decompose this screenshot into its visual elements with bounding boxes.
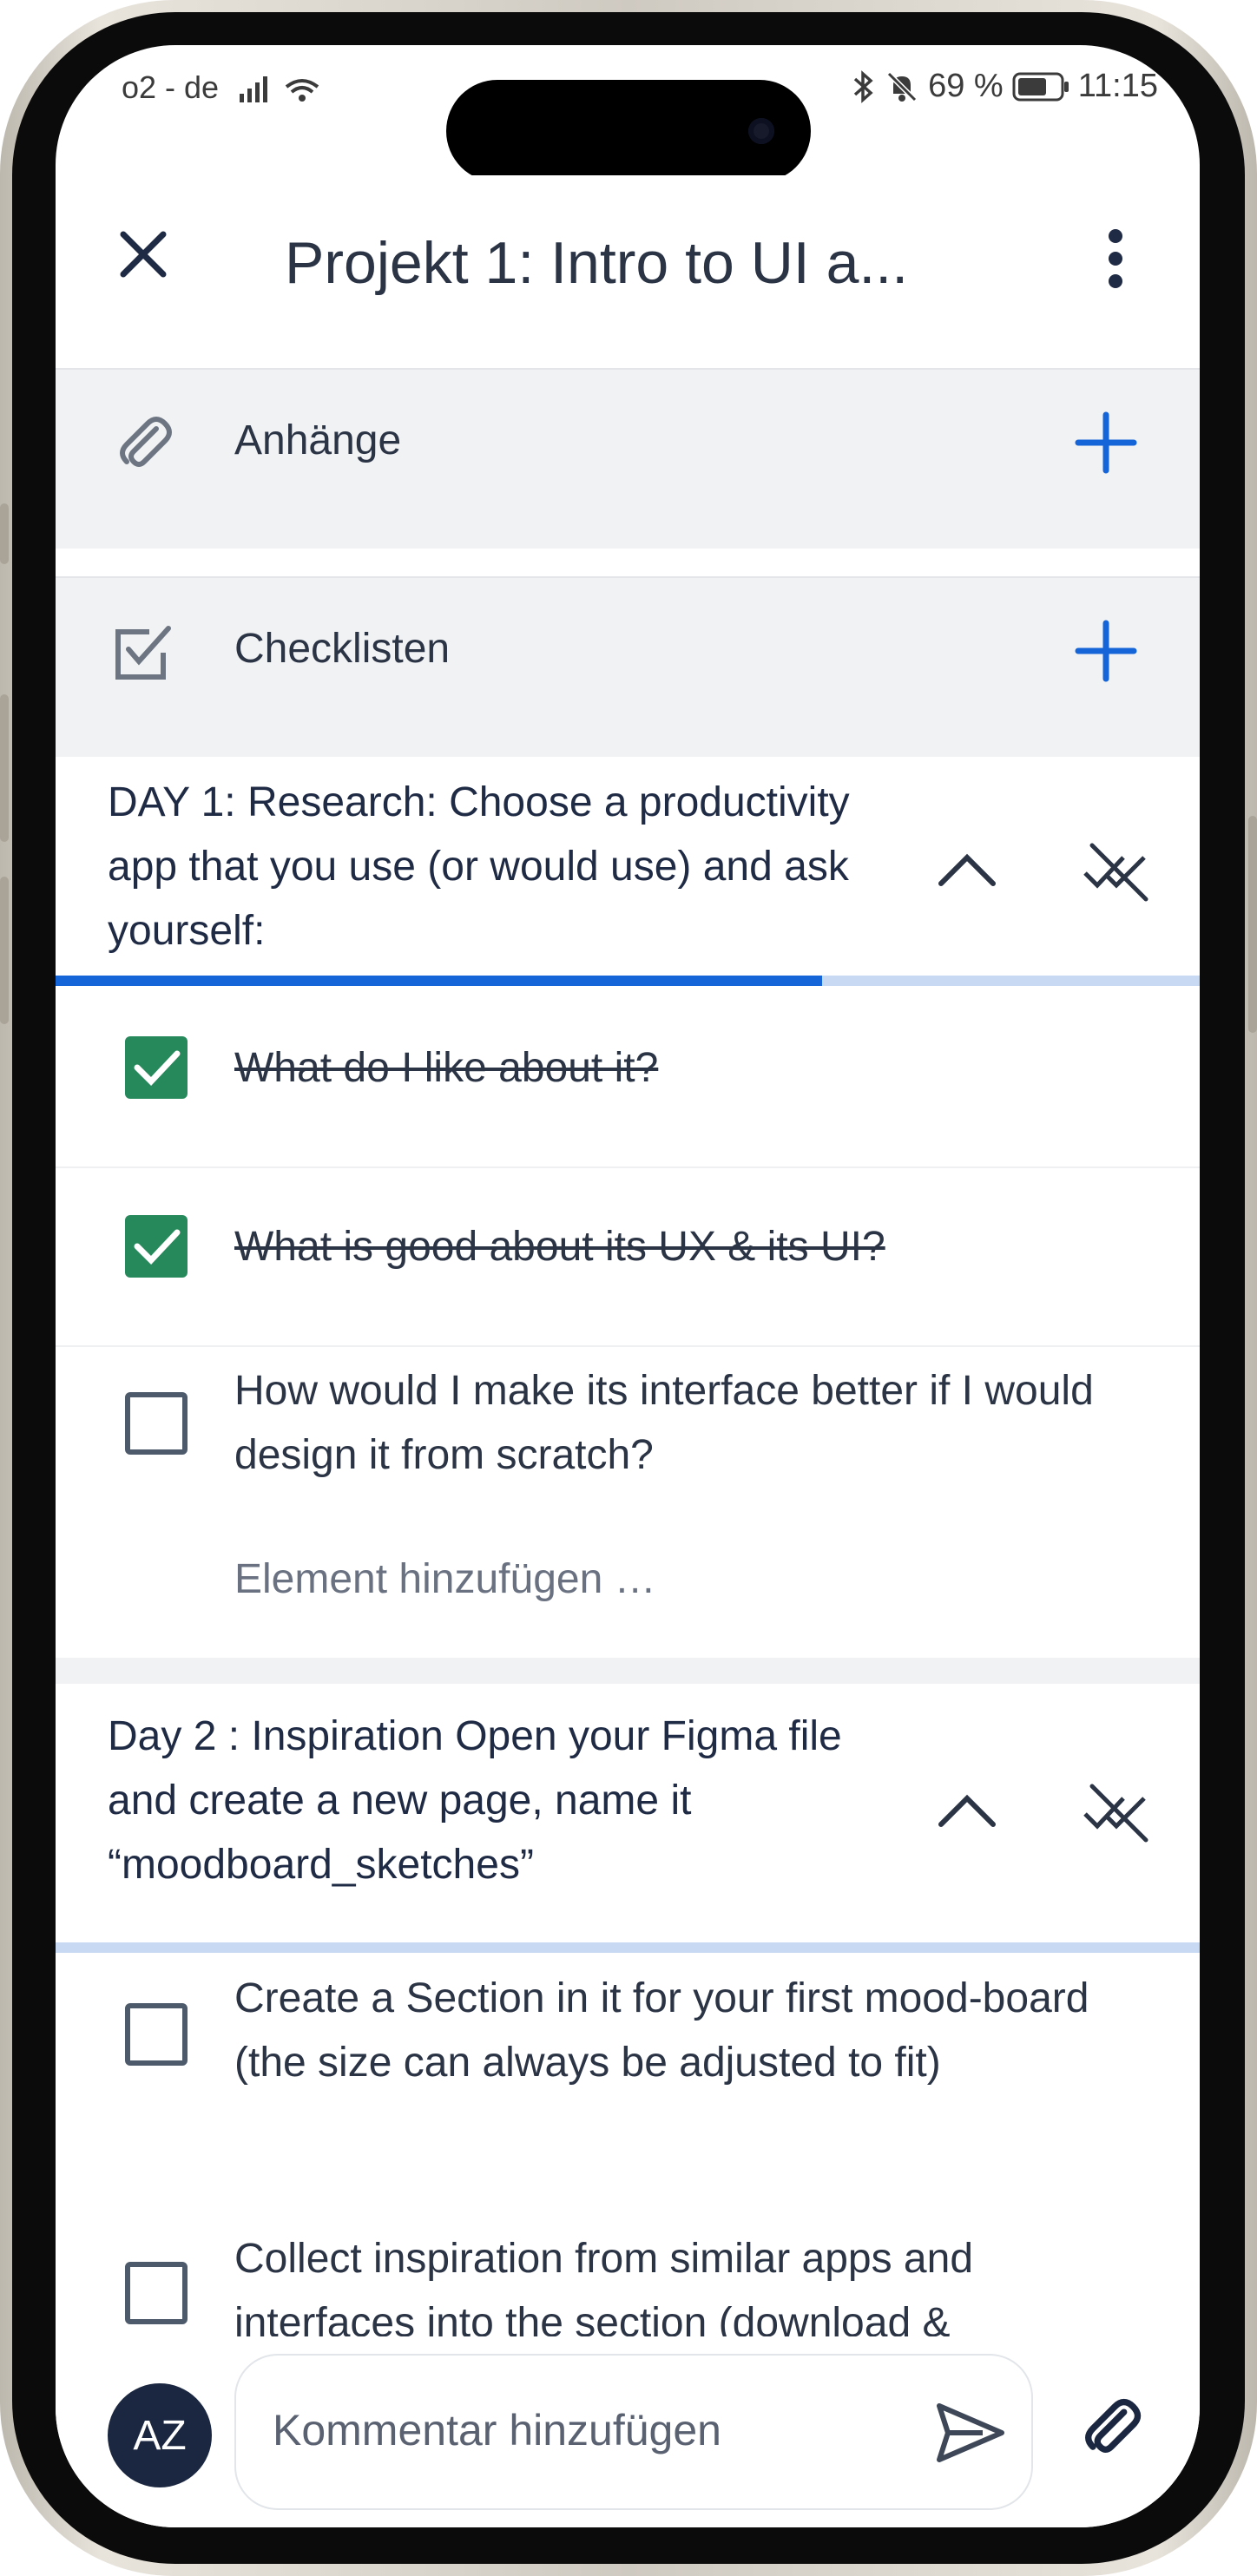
power-button <box>1248 816 1257 1033</box>
checklist-item-text[interactable]: How would I make its interface better if… <box>234 1359 1155 1488</box>
chevron-up-icon <box>938 1794 996 1827</box>
checkbox-unchecked[interactable] <box>125 2003 188 2066</box>
hide-checked-icon <box>1083 843 1148 902</box>
checkbox-unchecked[interactable] <box>125 1392 188 1455</box>
close-button[interactable] <box>113 224 174 285</box>
checkbox-unchecked[interactable] <box>125 2262 188 2324</box>
more-options-button[interactable] <box>1094 224 1137 293</box>
hide-checked-icon <box>1083 1784 1148 1843</box>
checklist-item: What is good about its UX & its UI? <box>56 1168 1200 1345</box>
avatar[interactable]: AZ <box>108 2383 212 2487</box>
volume-down-button <box>0 877 9 1024</box>
checklist-item-text[interactable]: What do I like about it? <box>234 1036 1155 1101</box>
hide-checked-button[interactable] <box>1080 1774 1155 1849</box>
send-button[interactable] <box>931 2394 1009 2472</box>
plus-icon <box>1075 620 1137 682</box>
chevron-up-icon <box>938 853 996 886</box>
page-title: Projekt 1: Intro to UI a... <box>285 230 909 296</box>
dynamic-island <box>446 80 811 182</box>
mute-bell-icon <box>886 71 918 102</box>
add-checklist-button[interactable] <box>1071 616 1141 686</box>
paperclip-icon <box>120 417 172 467</box>
battery-percent: 69 % <box>928 68 1004 104</box>
checklist-item: How would I make its interface better if… <box>56 1347 1200 1538</box>
volume-up-button <box>0 694 9 842</box>
card-header: Projekt 1: Intro to UI a... <box>56 175 1200 370</box>
add-item-button[interactable]: Element hinzufügen … <box>234 1555 656 1603</box>
check-icon <box>134 1050 181 1087</box>
carrier-label: o2 - de <box>122 69 220 105</box>
check-icon <box>134 1229 181 1265</box>
comment-field <box>234 2354 1033 2510</box>
more-vertical-icon <box>1109 229 1122 288</box>
plus-icon <box>1075 411 1137 474</box>
comment-bar: AZ <box>56 2336 1200 2527</box>
checklist-item: What do I like about it? <box>56 988 1200 1166</box>
checklists-row: Checklisten <box>56 578 1200 757</box>
checkbox-list-icon <box>115 626 171 680</box>
bluetooth-icon <box>853 69 873 103</box>
checklist-separator <box>56 1658 1200 1684</box>
comment-input[interactable] <box>271 2390 882 2470</box>
close-icon <box>120 231 167 278</box>
clock: 11:15 <box>1077 68 1158 104</box>
checkbox-checked[interactable] <box>125 1036 188 1099</box>
phone-frame: o2 - de 69 % 11:15 Projekt 1: Intro to U… <box>0 0 1257 2576</box>
checklist-title: DAY 1: Research: Choose a productivity a… <box>108 779 850 954</box>
camera-icon <box>748 118 774 144</box>
checklist-title: Day 2 : Inspiration Open your Figma file… <box>108 1713 842 1888</box>
checklist-item: Create a Section in it for your first mo… <box>56 1953 1200 2205</box>
checklist-progress-bar <box>56 1942 1200 1953</box>
checklist-item-text[interactable]: Create a Section in it for your first mo… <box>234 1967 1155 2095</box>
checklist-progress-bar <box>56 976 1200 986</box>
checklist-item-text[interactable]: What is good about its UX & its UI? <box>234 1215 1155 1279</box>
attachments-row: Anhänge <box>56 370 1200 549</box>
attachments-label: Anhänge <box>234 417 402 463</box>
attach-button[interactable] <box>1076 2392 1146 2461</box>
action-button <box>0 503 9 564</box>
checkbox-checked[interactable] <box>125 1215 188 1278</box>
screen: o2 - de 69 % 11:15 Projekt 1: Intro to U… <box>56 45 1200 2527</box>
signal-wifi-icons <box>240 71 335 114</box>
checklist-header: DAY 1: Research: Choose a productivity a… <box>56 759 1200 976</box>
collapse-checklist-button[interactable] <box>932 845 1002 897</box>
checklists-label: Checklisten <box>234 626 451 672</box>
collapse-checklist-button[interactable] <box>932 1786 1002 1838</box>
paperclip-icon <box>1085 2398 1142 2453</box>
add-attachment-button[interactable] <box>1071 408 1141 477</box>
send-icon <box>937 2403 1004 2462</box>
hide-checked-button[interactable] <box>1080 833 1155 908</box>
battery-icon <box>1012 72 1069 101</box>
checklist-header: Day 2 : Inspiration Open your Figma file… <box>56 1684 1200 1946</box>
checklist-progress-fill <box>56 976 823 986</box>
